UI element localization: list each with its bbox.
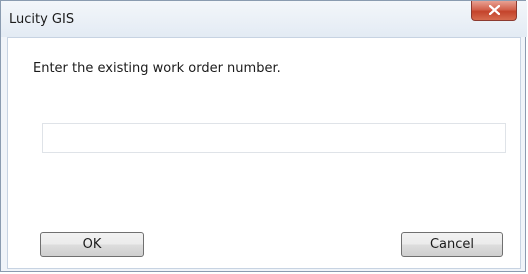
ok-button[interactable]: OK [40, 232, 144, 257]
work-order-number-input[interactable] [42, 123, 506, 153]
close-button[interactable] [471, 1, 517, 21]
cancel-button[interactable]: Cancel [401, 232, 503, 257]
dialog-body: Enter the existing work order number. OK… [7, 37, 521, 269]
window-title: Lucity GIS [9, 12, 75, 27]
dialog-window: Lucity GIS Enter the existing work order… [0, 0, 527, 272]
close-icon [489, 5, 500, 15]
title-bar[interactable]: Lucity GIS [1, 1, 527, 37]
prompt-label: Enter the existing work order number. [33, 61, 281, 76]
